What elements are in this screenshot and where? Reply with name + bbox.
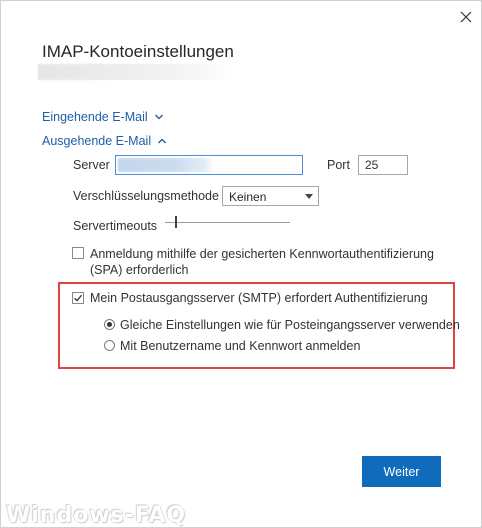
- server-label: Server: [73, 158, 110, 172]
- encryption-label: Verschlüsselungsmethode: [73, 189, 219, 203]
- radio-username-password-label: Mit Benutzername und Kennwort anmelden: [120, 339, 361, 353]
- dropdown-caret-icon: [305, 194, 313, 199]
- redacted-account-email: [38, 64, 234, 80]
- incoming-mail-label: Eingehende E-Mail: [42, 110, 148, 124]
- imap-settings-dialog: IMAP-Kontoeinstellungen Eingehende E-Mai…: [0, 0, 482, 528]
- slider-track: [165, 222, 290, 223]
- checkmark-icon: [74, 294, 83, 302]
- slider-thumb[interactable]: [175, 216, 177, 228]
- radio-same-settings-label: Gleiche Einstellungen wie für Posteingan…: [120, 318, 460, 332]
- radio-same-settings[interactable]: [104, 319, 115, 330]
- outgoing-mail-toggle[interactable]: Ausgehende E-Mail: [42, 134, 167, 148]
- chevron-up-icon: [158, 138, 167, 144]
- radio-username-password[interactable]: [104, 340, 115, 351]
- outgoing-mail-label: Ausgehende E-Mail: [42, 134, 152, 148]
- spa-label: Anmeldung mithilfe der gesicherten Kennw…: [90, 247, 434, 277]
- watermark-text: Windows-FAQ: [6, 503, 187, 528]
- smtp-auth-label: Mein Postausgangsserver (SMTP) erfordert…: [90, 291, 428, 305]
- smtp-auth-checkbox[interactable]: [72, 292, 84, 304]
- redacted-server-value: [118, 158, 214, 172]
- close-icon: [460, 11, 472, 23]
- dialog-title: IMAP-Kontoeinstellungen: [42, 42, 234, 61]
- encryption-value: Keinen: [229, 190, 267, 204]
- next-button[interactable]: Weiter: [362, 456, 441, 487]
- spa-checkbox[interactable]: [72, 247, 84, 259]
- incoming-mail-toggle[interactable]: Eingehende E-Mail: [42, 110, 164, 124]
- server-input[interactable]: [115, 155, 303, 175]
- encryption-select[interactable]: Keinen: [222, 186, 319, 206]
- close-button[interactable]: [456, 7, 476, 27]
- port-input[interactable]: 25: [358, 155, 408, 175]
- radio-selected-dot: [107, 322, 112, 327]
- chevron-down-icon: [154, 114, 163, 120]
- server-timeout-label: Servertimeouts: [73, 219, 158, 233]
- server-timeout-slider[interactable]: [165, 215, 290, 229]
- port-label: Port: [327, 158, 350, 172]
